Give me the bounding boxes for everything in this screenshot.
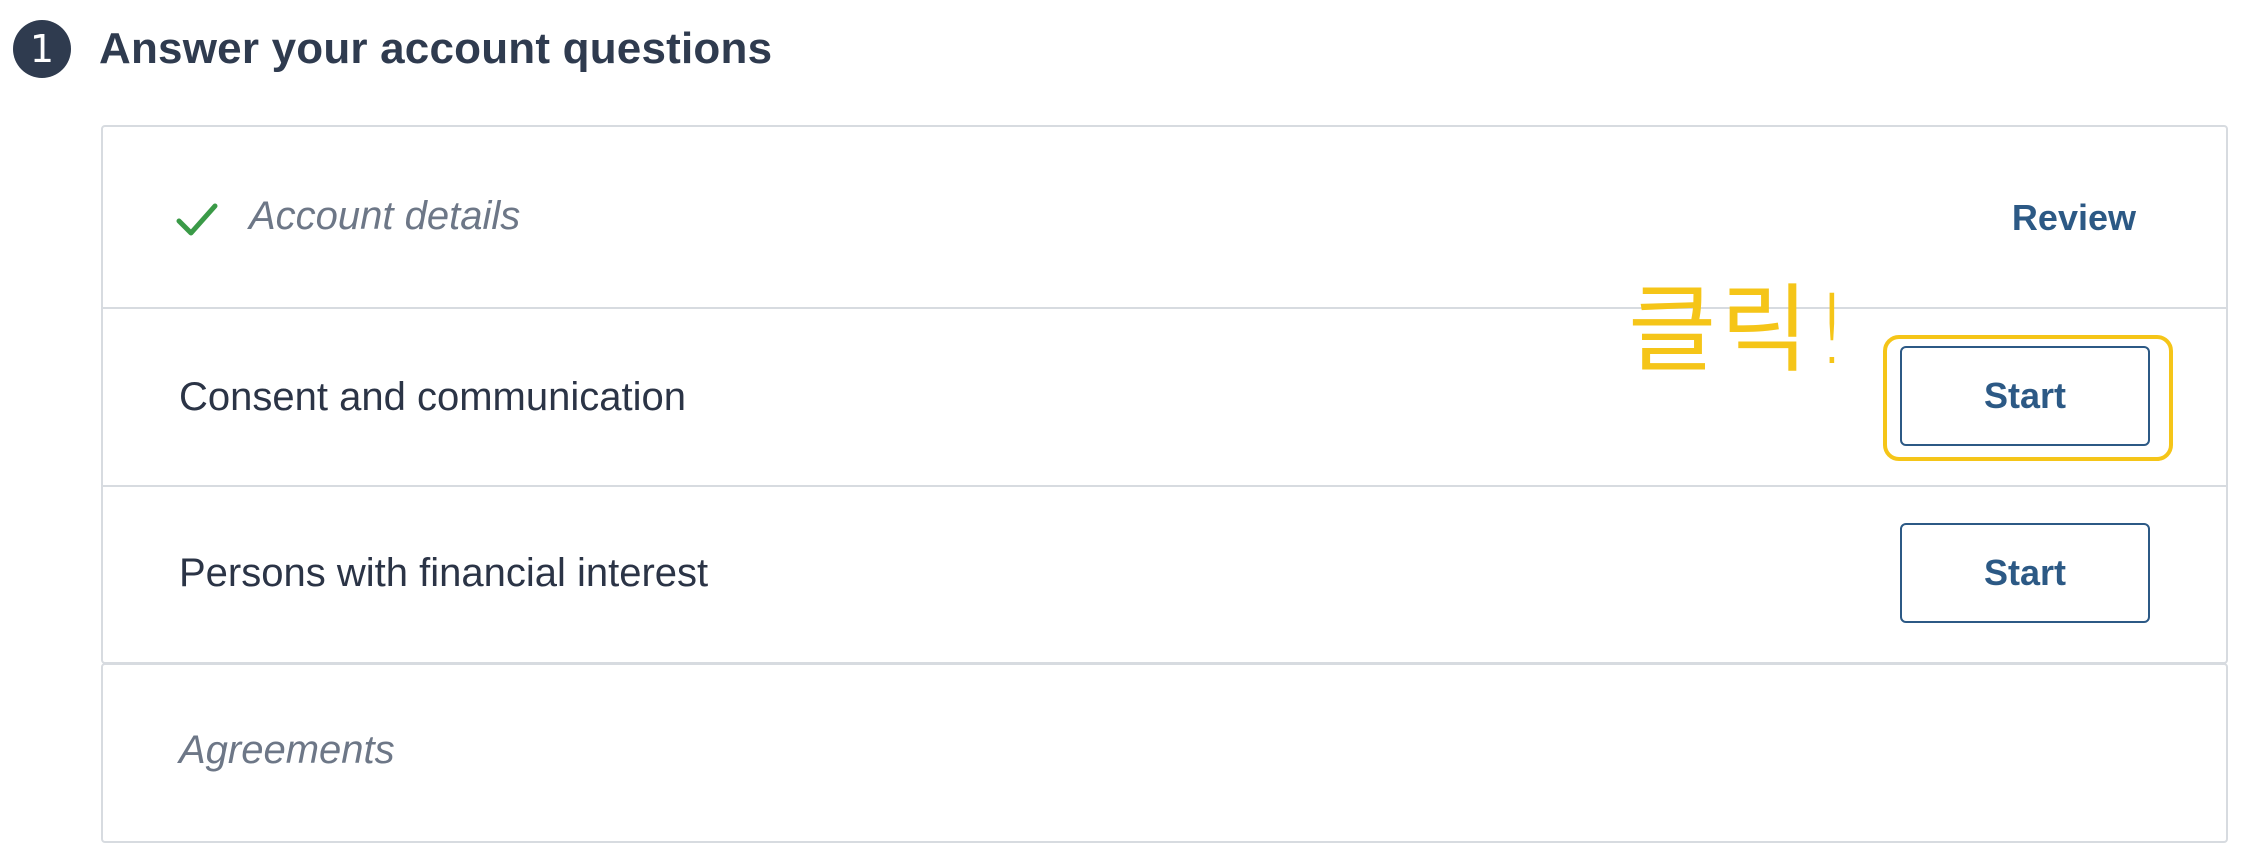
persons-financial-interest-label: Persons with financial interest <box>179 551 709 595</box>
step-title: Answer your account questions <box>99 24 773 73</box>
step-header: 1 Answer your account questions <box>13 17 772 81</box>
account-details-row: Account details Review <box>103 127 2226 309</box>
start-consent-button[interactable]: Start <box>1900 346 2150 446</box>
account-details-label: Account details <box>249 194 521 238</box>
agreements-label: Agreements <box>179 728 395 772</box>
agreements-card: Agreements <box>101 663 2228 843</box>
step-number-badge: 1 <box>13 20 71 78</box>
persons-financial-interest-row: Persons with financial interest Start <box>103 487 2226 664</box>
checkmark-icon <box>176 203 218 236</box>
account-questions-card: Account details Review Consent and commu… <box>101 125 2228 664</box>
click-annotation-text: 클릭! <box>1628 274 1856 386</box>
consent-communication-label: Consent and communication <box>179 375 686 419</box>
review-link[interactable]: Review <box>2012 197 2136 239</box>
start-persons-button[interactable]: Start <box>1900 523 2150 623</box>
consent-communication-row: Consent and communication Start <box>103 309 2226 487</box>
